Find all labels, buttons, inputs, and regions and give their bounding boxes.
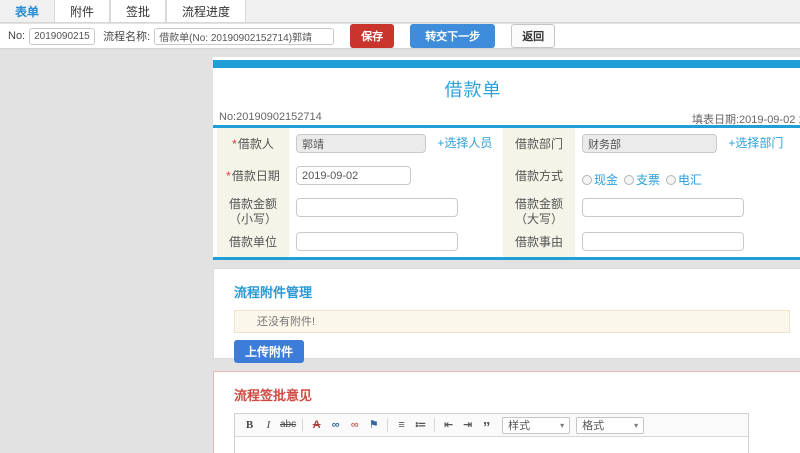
remove-format-icon[interactable]: A — [309, 417, 324, 434]
select-department-link[interactable]: +选择部门 — [728, 136, 783, 150]
anchor-flag-icon[interactable]: ⚑ — [366, 417, 381, 434]
tab-bar: 表单 附件 签批 流程进度 — [0, 0, 800, 23]
amount-upper-field-cell — [575, 192, 800, 230]
editor-content-area[interactable] — [235, 437, 748, 453]
toolbar-separator — [387, 418, 389, 432]
radio-wire[interactable]: 电汇 — [666, 171, 702, 188]
loan-form-panel: 借款单 No:20190902152714 填表日期:2019-09-02 15… — [213, 57, 800, 260]
bullet-list-icon[interactable]: ≔ — [413, 417, 428, 434]
loan-method-radio-group: 现金 支票 电汇 — [582, 166, 800, 188]
loan-date-field-cell — [289, 160, 503, 192]
approval-panel: 流程签批意见 B I abc A ∞ ∞ ⚑ ≡ ≔ ⇤ ⇥ ” 样式 ▾ 格式… — [213, 371, 800, 453]
numbered-list-icon[interactable]: ≡ — [394, 417, 409, 434]
radio-cheque[interactable]: 支票 — [624, 171, 660, 188]
bold-icon[interactable]: B — [242, 417, 257, 434]
loan-reason-field-cell — [575, 230, 800, 257]
radio-cash-label: 现金 — [594, 173, 619, 187]
loan-date-input[interactable] — [296, 166, 411, 185]
amount-upper-input[interactable] — [582, 198, 744, 217]
unlink-icon[interactable]: ∞ — [347, 417, 362, 434]
loan-date-label: *借款日期 — [217, 160, 289, 192]
loan-reason-label: 借款事由 — [503, 230, 575, 257]
radio-circle-icon — [666, 174, 677, 185]
loan-unit-label: 借款单位 — [217, 230, 289, 257]
tab-signoff[interactable]: 签批 — [110, 0, 167, 22]
amount-upper-label: 借款金额（大写） — [503, 192, 575, 230]
document-no: No:20190902152714 — [219, 111, 322, 123]
app-window: 表单 附件 签批 流程进度 No: 流程名称: 保存 转交下一步 返回 借款单 … — [0, 0, 800, 453]
loan-form-table: *借款人 +选择人员 借款部门 +选择部门 *借款日期 借款方式 — [213, 125, 800, 260]
rich-text-editor: B I abc A ∞ ∞ ⚑ ≡ ≔ ⇤ ⇥ ” 样式 ▾ 格式 ▾ — [234, 413, 749, 453]
upload-attachment-button[interactable]: 上传附件 — [234, 340, 305, 363]
command-bar: No: 流程名称: 保存 转交下一步 返回 — [0, 24, 800, 49]
back-button[interactable]: 返回 — [511, 24, 556, 48]
borrower-input[interactable] — [296, 134, 426, 154]
forward-next-step-button[interactable]: 转交下一步 — [410, 24, 496, 48]
tab-attachments[interactable]: 附件 — [54, 0, 111, 22]
outdent-icon[interactable]: ⇤ — [441, 417, 456, 434]
amount-lower-input[interactable] — [296, 198, 458, 217]
loan-method-field-cell: 现金 支票 电汇 — [575, 160, 800, 192]
no-attachment-alert: 还没有附件! — [234, 310, 790, 333]
chevron-down-icon: ▾ — [634, 420, 639, 430]
required-asterisk: * — [226, 169, 231, 183]
no-input[interactable] — [29, 27, 96, 45]
borrower-field-cell: +选择人员 — [289, 128, 503, 160]
italic-icon[interactable]: I — [261, 417, 276, 434]
indent-icon[interactable]: ⇥ — [460, 417, 475, 434]
link-icon[interactable]: ∞ — [328, 417, 343, 434]
tab-progress[interactable]: 流程进度 — [166, 0, 247, 22]
attachment-panel-title: 流程附件管理 — [234, 285, 313, 300]
attachment-panel: 流程附件管理 还没有附件! 上传附件 — [213, 268, 800, 363]
flow-name-label: 流程名称: — [103, 31, 151, 43]
borrower-label: *借款人 — [217, 128, 289, 160]
radio-circle-icon — [582, 174, 592, 185]
select-person-link[interactable]: +选择人员 — [437, 136, 492, 150]
tab-form[interactable]: 表单 — [0, 0, 54, 22]
radio-cheque-label: 支票 — [636, 173, 661, 187]
amount-lower-label: 借款金额（小写） — [217, 192, 289, 230]
chevron-down-icon: ▾ — [560, 420, 565, 430]
loan-unit-field-cell — [289, 230, 503, 257]
department-field-cell: +选择部门 — [575, 128, 800, 160]
radio-cash[interactable]: 现金 — [582, 171, 618, 188]
department-input[interactable] — [582, 134, 717, 154]
approval-panel-title: 流程签批意见 — [234, 388, 313, 403]
required-asterisk: * — [232, 137, 237, 151]
strikethrough-icon[interactable]: abc — [280, 417, 296, 434]
department-label: 借款部门 — [503, 128, 575, 160]
document-title: 借款单 — [444, 80, 502, 100]
style-select[interactable]: 样式 ▾ — [502, 416, 571, 434]
no-label: No: — [8, 30, 26, 42]
editor-toolbar: B I abc A ∞ ∞ ⚑ ≡ ≔ ⇤ ⇥ ” 样式 ▾ 格式 ▾ — [235, 414, 748, 437]
style-select-value: 样式 — [508, 420, 531, 432]
toolbar-separator — [302, 418, 304, 432]
radio-circle-icon — [624, 174, 635, 185]
document-meta-row: No:20190902152714 填表日期:2019-09-02 15:27:… — [213, 107, 800, 127]
panel-top-accent-bar — [213, 60, 800, 68]
loan-method-label: 借款方式 — [503, 160, 575, 192]
borrower-label-text: 借款人 — [237, 137, 274, 151]
loan-unit-input[interactable] — [296, 232, 458, 251]
toolbar-separator — [434, 418, 436, 432]
loan-reason-input[interactable] — [582, 232, 744, 251]
format-select[interactable]: 格式 ▾ — [576, 416, 645, 434]
format-select-value: 格式 — [582, 420, 605, 432]
flow-name-input[interactable] — [154, 27, 335, 45]
blockquote-icon[interactable]: ” — [479, 417, 494, 435]
save-button[interactable]: 保存 — [350, 24, 395, 48]
amount-lower-field-cell — [289, 192, 503, 230]
radio-wire-label: 电汇 — [678, 173, 703, 187]
loan-date-label-text: 借款日期 — [231, 169, 280, 183]
